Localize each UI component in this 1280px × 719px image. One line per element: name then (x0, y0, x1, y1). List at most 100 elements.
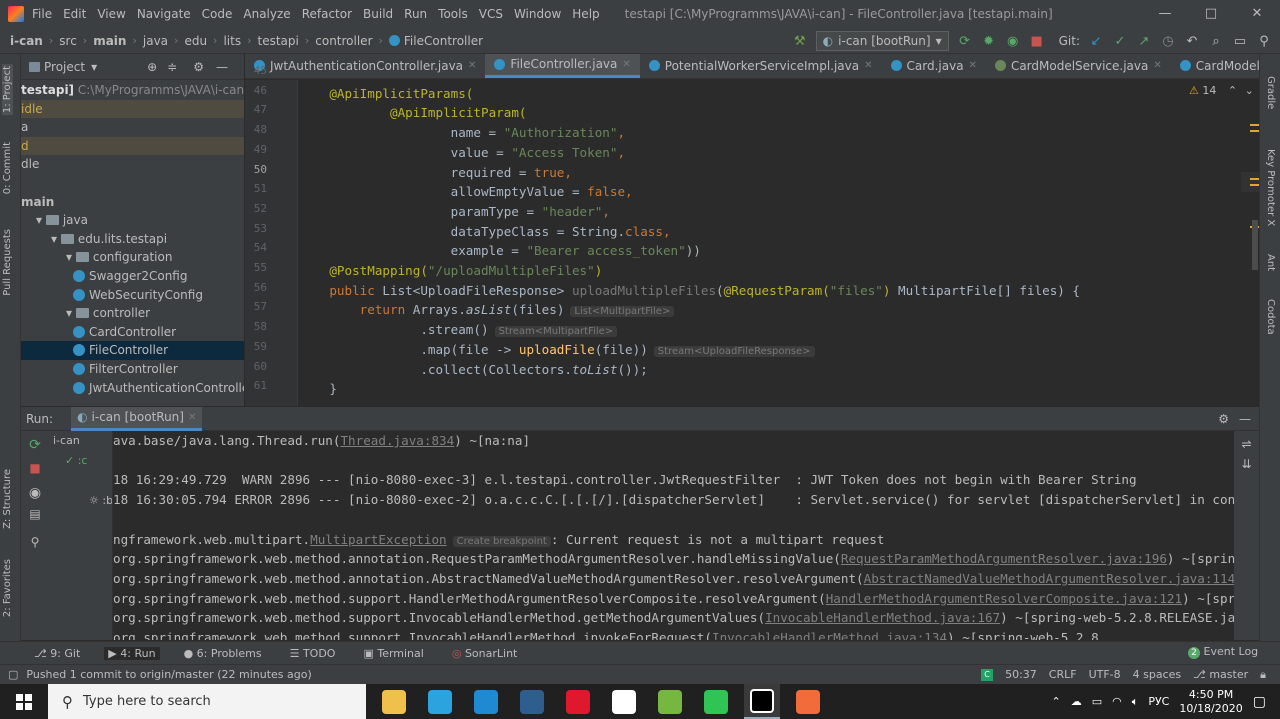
battery-icon[interactable]: ▭ (1092, 695, 1102, 708)
breadcrumb-item[interactable]: java (143, 34, 168, 48)
ant-tool-tab[interactable]: Ant (1265, 254, 1276, 271)
breadcrumb-item[interactable]: src (59, 34, 77, 48)
taskbar-search-box[interactable]: ⚲ Type here to search (48, 684, 366, 719)
chevron-down-icon[interactable]: ▾ (91, 60, 97, 74)
tree-row[interactable]: Swagger2Config (21, 267, 244, 286)
git-branch[interactable]: master (1209, 668, 1248, 681)
rollback-icon[interactable]: ↶ (1184, 33, 1200, 49)
taskbar-app[interactable] (468, 684, 504, 719)
close-icon[interactable]: ✕ (188, 412, 196, 423)
history-icon[interactable]: ◷ (1160, 33, 1176, 49)
taskbar-app[interactable] (790, 684, 826, 719)
chevron-down-icon[interactable]: ▾ (36, 213, 46, 227)
editor-tab[interactable]: PotentialWorkerServiceImpl.java ✕ (640, 54, 882, 78)
breadcrumb-item[interactable]: testapi (257, 34, 298, 48)
taskbar-app[interactable] (606, 684, 642, 719)
cloud-icon[interactable]: ☁ (1071, 695, 1082, 708)
tree-row[interactable]: CardController (21, 323, 244, 342)
git-commit-icon[interactable]: ✓ (1112, 33, 1128, 49)
hide-icon[interactable]: — (1239, 412, 1251, 426)
run-tree-item[interactable]: ☼ :b (49, 491, 112, 511)
rerun-icon[interactable]: ⟳ (957, 33, 973, 49)
soft-wrap-icon[interactable]: ⇌ (1234, 437, 1259, 451)
gear-icon[interactable]: ⚙ (1218, 412, 1229, 426)
breadcrumb-item[interactable]: FileController (404, 34, 483, 48)
layout-icon[interactable]: ▤ (21, 507, 49, 521)
menu-code[interactable]: Code (202, 7, 233, 21)
console-output[interactable]: ava.base/java.lang.Thread.run(Thread.jav… (113, 431, 1234, 640)
breadcrumb-item[interactable]: controller (315, 34, 372, 48)
search-everywhere-icon[interactable]: ⌕ (1208, 33, 1224, 49)
tree-row[interactable]: ▾ configuration (21, 248, 244, 267)
code-editor[interactable]: } @ApiImplicitParams( @ApiImplicitParam(… (299, 80, 1241, 406)
menu-navigate[interactable]: Navigate (137, 7, 191, 21)
editor-tab[interactable]: CardModelServiseImpl.java✕ (1171, 54, 1259, 78)
locate-icon[interactable]: ⊕ (147, 60, 157, 74)
pull-requests-tool-tab[interactable]: Pull Requests (2, 229, 13, 296)
taskbar-app[interactable] (376, 684, 412, 719)
menu-help[interactable]: Help (572, 7, 599, 21)
run-tree-item[interactable]: ✓ :c (49, 451, 112, 471)
close-icon[interactable]: ✕ (969, 60, 977, 71)
editor-tab[interactable]: FileController.java ✕ (485, 54, 640, 78)
hide-icon[interactable]: — (216, 60, 228, 74)
pin-icon[interactable]: ⚲ (21, 535, 49, 549)
debug-icon[interactable]: ✹ (981, 33, 997, 49)
maximize-button[interactable]: □ (1188, 0, 1234, 28)
run-tab[interactable]: ◐ i-can [bootRun] ✕ (71, 406, 203, 431)
start-button[interactable] (0, 684, 48, 719)
tree-row[interactable]: dle (21, 155, 244, 174)
key-promoter-tool-tab[interactable]: Key Promoter X (1265, 149, 1276, 226)
structure-tool-tab[interactable]: Z: Structure (2, 469, 13, 529)
presentation-icon[interactable]: ▭ (1232, 33, 1248, 49)
chevron-up-icon[interactable]: ⌃ (1228, 84, 1237, 97)
commit-tool-tab[interactable]: 0: Commit (2, 142, 13, 194)
clock[interactable]: 4:50 PM 10/18/2020 (1179, 688, 1242, 716)
tree-row[interactable]: ▾ edu.lits.testapi (21, 230, 244, 249)
wifi-icon[interactable]: ◠ (1112, 695, 1122, 708)
chevron-up-icon[interactable]: ⌃ (1051, 695, 1060, 708)
taskbar-app[interactable] (514, 684, 550, 719)
coverage-icon[interactable]: ◉ (1005, 33, 1021, 49)
codota-icon[interactable]: C (981, 668, 994, 681)
menu-view[interactable]: View (97, 7, 125, 21)
taskbar-app[interactable] (422, 684, 458, 719)
menu-edit[interactable]: Edit (63, 7, 86, 21)
stop-icon[interactable]: ■ (1029, 33, 1045, 49)
taskbar-app[interactable] (652, 684, 688, 719)
close-icon[interactable]: ✕ (622, 59, 630, 70)
close-icon[interactable]: ✕ (468, 60, 476, 71)
menu-tools[interactable]: Tools (438, 7, 468, 21)
run-tree-item[interactable] (49, 471, 112, 491)
indent-setting[interactable]: 4 spaces (1133, 668, 1182, 681)
tree-row[interactable]: d (21, 136, 244, 156)
editor-tab[interactable]: JwtAuthenticationController.java ✕ (245, 54, 485, 78)
caret-position[interactable]: 50:37 (1005, 668, 1037, 681)
run-configuration-select[interactable]: ◐ i-can [bootRun] ▾ (815, 31, 949, 51)
build-hammer-icon[interactable]: ⚒ (792, 33, 808, 49)
eye-icon[interactable]: ◉ (21, 485, 49, 501)
git-push-icon[interactable]: ↗ (1136, 33, 1152, 49)
tree-row[interactable]: ▾ controller (21, 304, 244, 323)
chevron-down-icon[interactable]: ▾ (66, 250, 76, 264)
menu-analyze[interactable]: Analyze (243, 7, 290, 21)
breadcrumb-item[interactable]: main (93, 34, 126, 48)
event-log-button[interactable]: 2 Event Log (1188, 645, 1258, 659)
tree-row[interactable]: idle (21, 99, 244, 119)
taskbar-app[interactable] (744, 684, 780, 719)
bottom-tab[interactable]: ▣ Terminal (359, 647, 427, 660)
close-icon[interactable]: ✕ (864, 60, 872, 71)
project-tool-tab[interactable]: 1: Project (2, 64, 13, 116)
status-toggle-icon[interactable]: ▢ (8, 668, 18, 681)
bottom-tab[interactable]: ☰ TODO (286, 647, 340, 660)
taskbar-app[interactable] (698, 684, 734, 719)
minimize-button[interactable]: — (1142, 0, 1188, 28)
lock-icon[interactable]: 🔒︎ (1260, 668, 1266, 682)
tree-row[interactable] (21, 174, 244, 193)
tree-row[interactable]: FileController (21, 341, 244, 360)
stop-icon[interactable]: ■ (21, 461, 49, 475)
bottom-tab[interactable]: ⎇ 9: Git (30, 647, 84, 660)
rerun-icon[interactable]: ⟳ (21, 437, 49, 453)
tree-row[interactable]: JwtAuthenticationController (21, 379, 244, 398)
git-update-icon[interactable]: ↙ (1088, 33, 1104, 49)
